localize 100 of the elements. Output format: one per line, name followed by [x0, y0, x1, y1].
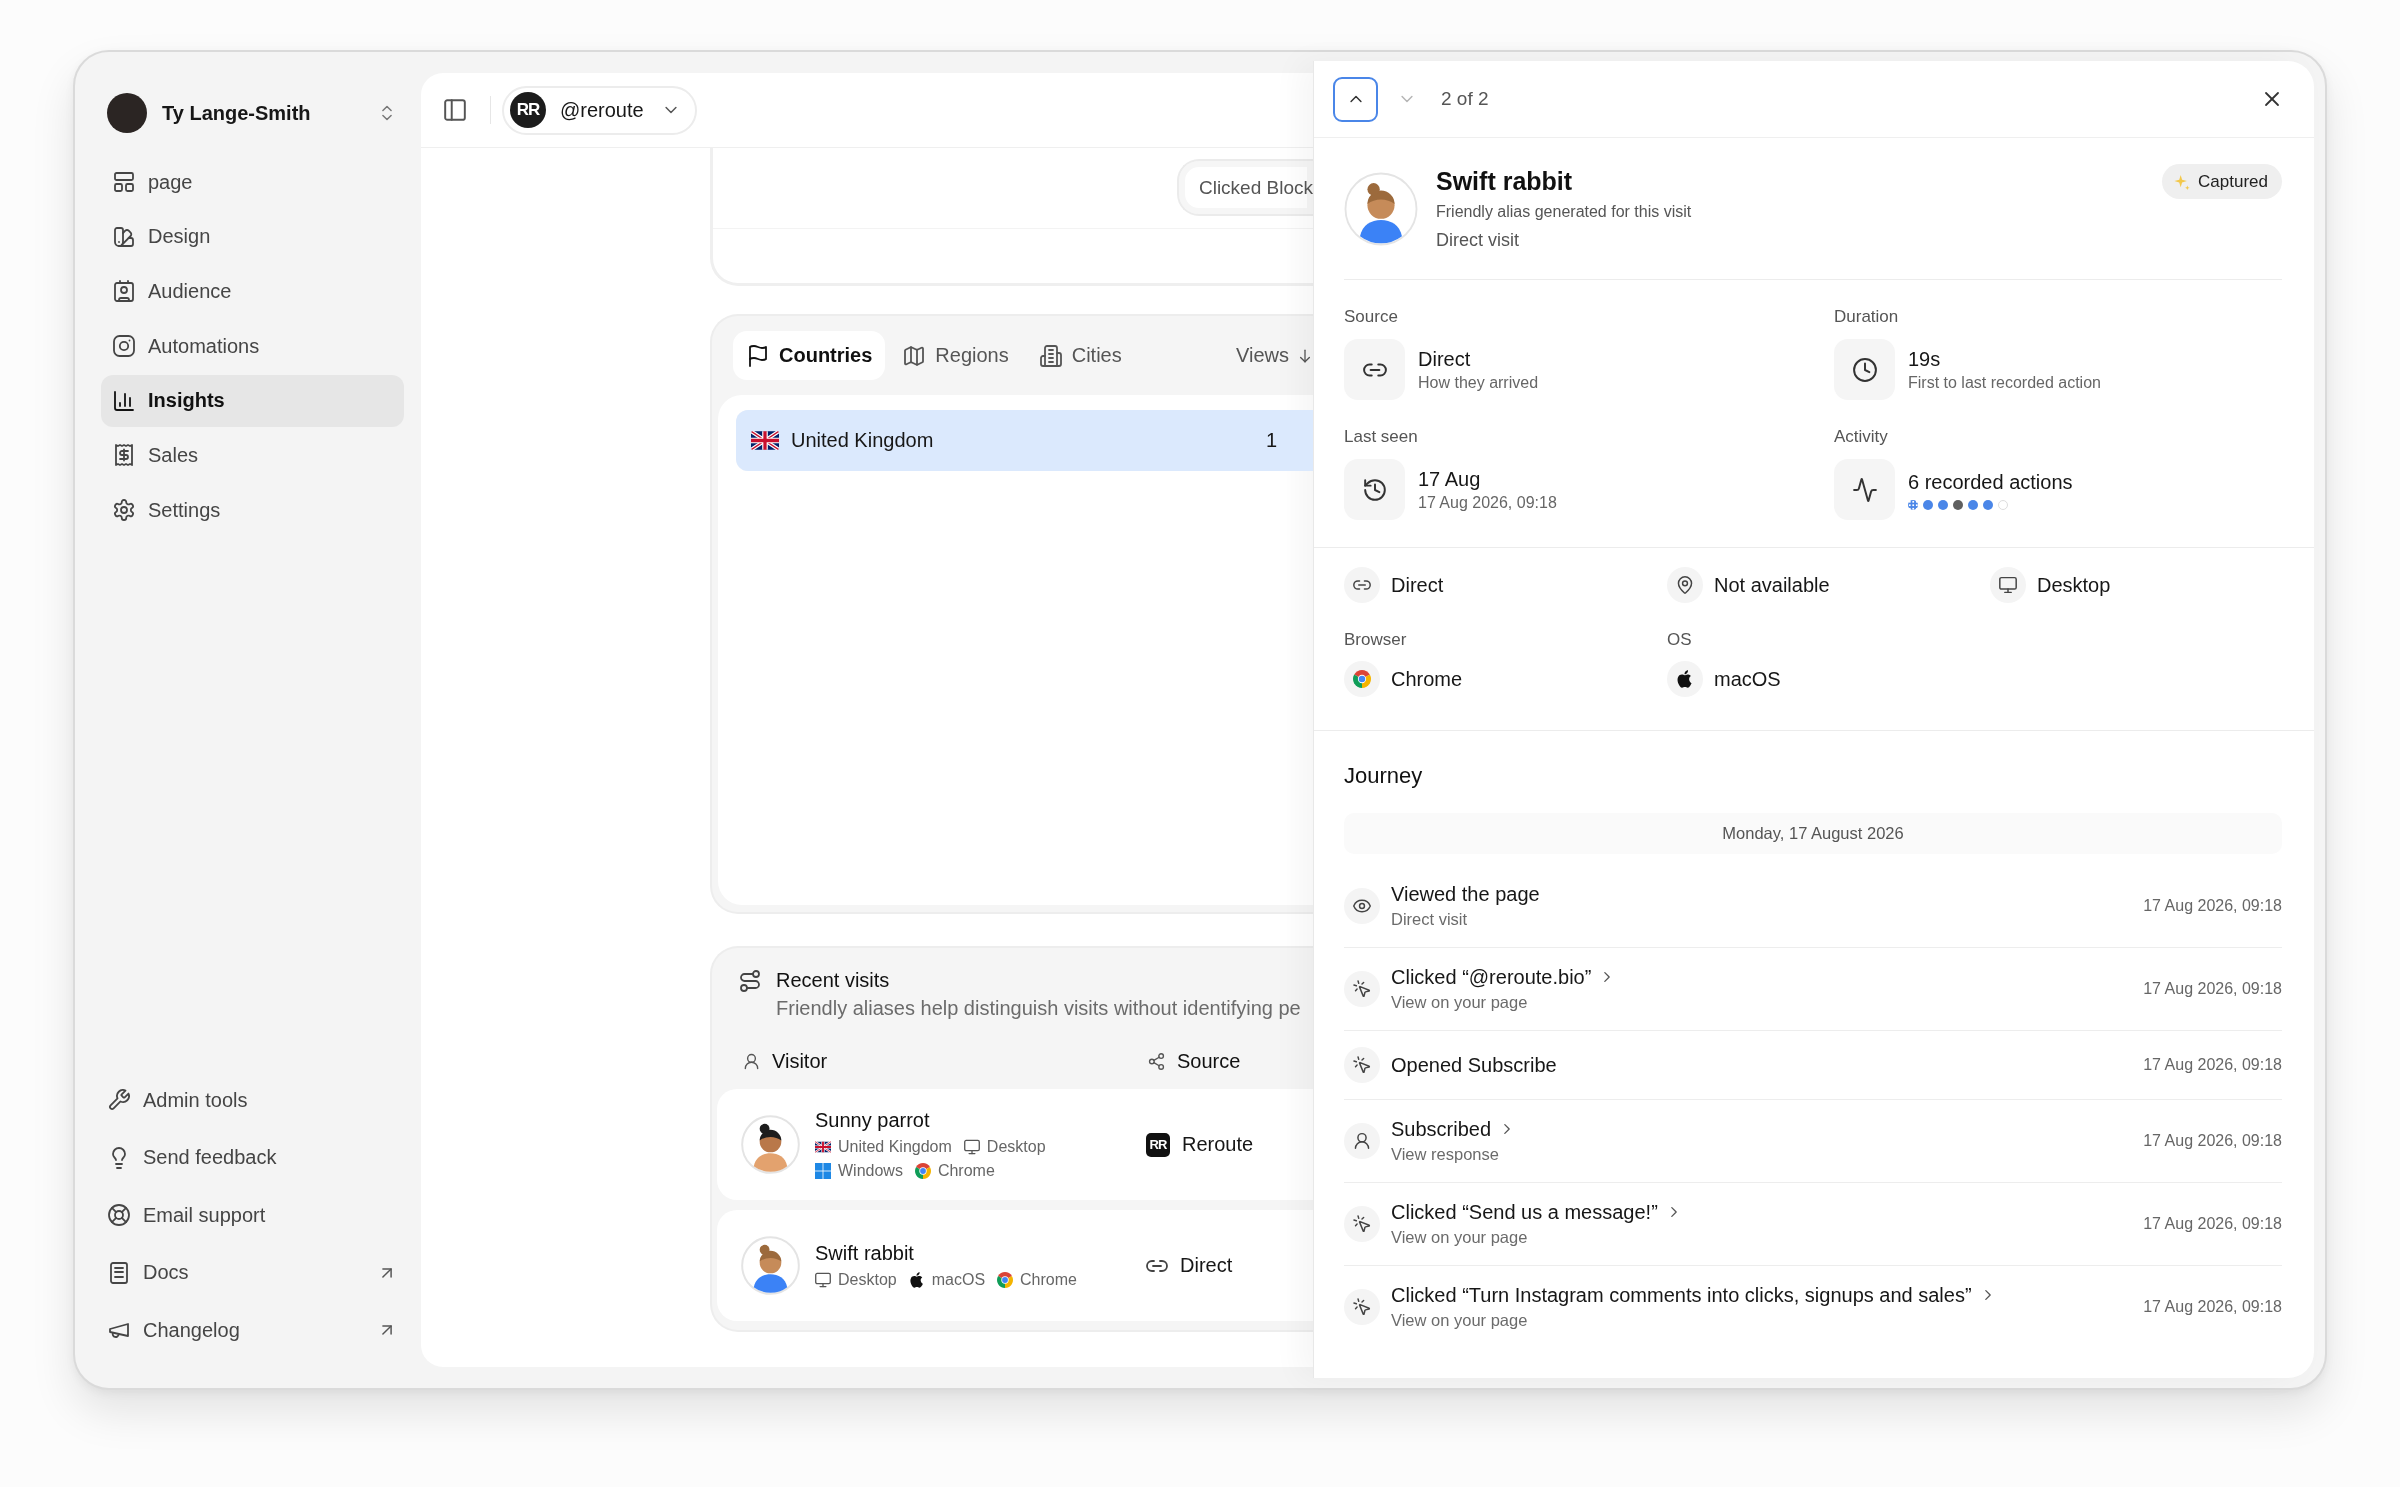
visit-row[interactable]: Swift rabbit Desktop macOS Chrome Direct — [717, 1210, 1313, 1321]
monitor-icon — [1990, 567, 2026, 603]
visitor-avatar — [741, 1236, 800, 1295]
stat-value: 17 Aug — [1418, 466, 1482, 492]
chrome-icon — [997, 1271, 1014, 1288]
event-time: 17 Aug 2026, 09:18 — [2143, 1215, 2282, 1233]
stat-label: Source — [1344, 306, 1398, 328]
event-title: Viewed the page — [1391, 882, 1540, 907]
share-icon — [1148, 1052, 1165, 1070]
event-time: 17 Aug 2026, 09:18 — [2143, 1132, 2282, 1150]
event-chip: Clicked Block — [1176, 159, 1313, 216]
nav-item[interactable]: Design — [101, 210, 404, 263]
detail-value: Direct — [1391, 573, 1444, 597]
layout-icon — [113, 171, 135, 193]
event-title: Clicked “@reroute.bio” — [1391, 965, 1592, 990]
stat-label: Last seen — [1344, 426, 1418, 448]
sidebar-link[interactable]: Send feedback — [101, 1131, 404, 1184]
apple-icon — [1667, 661, 1703, 697]
stat-detail: How they arrived — [1418, 372, 1539, 393]
account-switcher[interactable]: Ty Lange-Smith — [162, 93, 404, 133]
stat-value: 6 recorded actions — [1908, 470, 2073, 495]
link-icon — [1344, 567, 1380, 603]
visit-meta: Chrome — [937, 1160, 995, 1181]
event-time: 17 Aug 2026, 09:18 — [2143, 1056, 2282, 1074]
event-time: 17 Aug 2026, 09:18 — [2143, 897, 2282, 915]
sidebar-link[interactable]: Changelog — [101, 1304, 404, 1356]
user-icon — [1344, 1123, 1380, 1159]
sidebar-link[interactable]: Docs — [101, 1246, 404, 1299]
nav-item[interactable]: Automations — [101, 320, 404, 373]
lifebuoy-icon — [108, 1204, 130, 1226]
map-pin-icon — [1667, 567, 1703, 603]
pointer-click-icon — [1344, 1289, 1380, 1325]
apple-icon — [908, 1271, 925, 1288]
visit-meta: Desktop — [986, 1136, 1046, 1157]
bar-chart-icon — [113, 389, 135, 412]
event-title: Subscribed — [1391, 1117, 1492, 1142]
visit-meta: Desktop — [838, 1269, 897, 1290]
uk-flag-icon — [751, 431, 779, 450]
visit-meta: macOS — [931, 1269, 986, 1290]
stat-label: Duration — [1834, 306, 1899, 328]
country-count: 1 — [1265, 429, 1277, 452]
tab[interactable]: Regions — [889, 331, 1022, 380]
stat-detail: First to last recorded action — [1908, 372, 2101, 393]
contact-card-icon — [113, 280, 135, 303]
pointer-click-icon — [1344, 1047, 1380, 1083]
date-header: Monday, 17 August 2026 — [1344, 813, 2282, 854]
route-icon — [739, 970, 761, 992]
section-subtitle: Friendly aliases help distinguish visits without identifying pe — [776, 996, 1301, 1021]
tab[interactable]: Cities — [1025, 331, 1135, 380]
tab[interactable]: Countries — [733, 331, 886, 380]
visitor-avatar — [741, 1115, 800, 1174]
column-header: Source — [1177, 1049, 1241, 1073]
country-row[interactable]: United Kingdom 1 — [736, 410, 1313, 471]
view-link[interactable]: View response — [1391, 1142, 1499, 1166]
camera-icon — [113, 335, 135, 358]
detail-label: Browser — [1344, 629, 1407, 651]
link-icon — [1344, 339, 1405, 400]
view-link[interactable]: View on your page — [1391, 990, 1528, 1014]
sort-button[interactable]: Views — [1236, 344, 1313, 367]
sparkle-icon — [2174, 173, 2191, 190]
country-name: United Kingdom — [791, 429, 934, 452]
sidebar-link[interactable]: Admin tools — [101, 1074, 404, 1126]
stat-value: Direct — [1418, 346, 1472, 372]
windows-icon — [815, 1162, 831, 1179]
sidebar-link[interactable]: Email support — [101, 1189, 404, 1241]
visitor-name: Sunny parrot — [815, 1107, 930, 1133]
nav-item[interactable]: Audience — [101, 265, 404, 318]
source-label: Direct — [1180, 1254, 1233, 1277]
previous-button[interactable] — [1333, 76, 1378, 122]
status-label: Captured — [2198, 171, 2268, 192]
view-link[interactable]: View on your page — [1391, 1225, 1528, 1249]
event-title: Clicked “Turn Instagram comments into clicks, signups and sales” — [1391, 1283, 1972, 1308]
flag-icon — [747, 344, 769, 367]
nav-item[interactable]: Settings — [101, 484, 404, 537]
visit-meta: Windows — [838, 1160, 903, 1181]
view-link[interactable]: View on your page — [1391, 1308, 1528, 1332]
nav-item[interactable]: Sales — [101, 429, 404, 482]
brand-logo: RR — [1146, 1132, 1170, 1157]
visit-row[interactable]: Sunny parrot United Kingdom Desktop Windows Chrome RR Reroute — [717, 1089, 1313, 1200]
stat-label: Activity — [1834, 426, 1888, 448]
stat-detail: 17 Aug 2026, 09:18 — [1418, 492, 1557, 513]
event-title: Clicked “Send us a message!” — [1391, 1200, 1658, 1225]
event-time: 17 Aug 2026, 09:18 — [2143, 980, 2282, 998]
detail-value: Not available — [1714, 573, 1830, 597]
history-icon — [1344, 459, 1405, 520]
pulse-icon — [1834, 459, 1895, 520]
nav-item[interactable]: page — [101, 156, 404, 208]
nav-item[interactable]: Insights — [101, 374, 404, 427]
chrome-icon — [914, 1162, 931, 1179]
account-menu-button[interactable]: RR @reroute — [502, 85, 697, 135]
building-icon — [1039, 344, 1062, 367]
section-title: Journey — [1344, 762, 1423, 790]
brand-logo: RR — [510, 92, 546, 128]
settings-icon — [113, 499, 135, 522]
panel-left-icon — [443, 98, 467, 122]
section-title: Recent visits — [776, 968, 890, 993]
column-header: Visitor — [772, 1049, 828, 1073]
pager-position: 2 of 2 — [1441, 88, 1489, 110]
visitor-name: Swift rabbit — [815, 1240, 914, 1266]
monitor-icon — [963, 1138, 980, 1155]
